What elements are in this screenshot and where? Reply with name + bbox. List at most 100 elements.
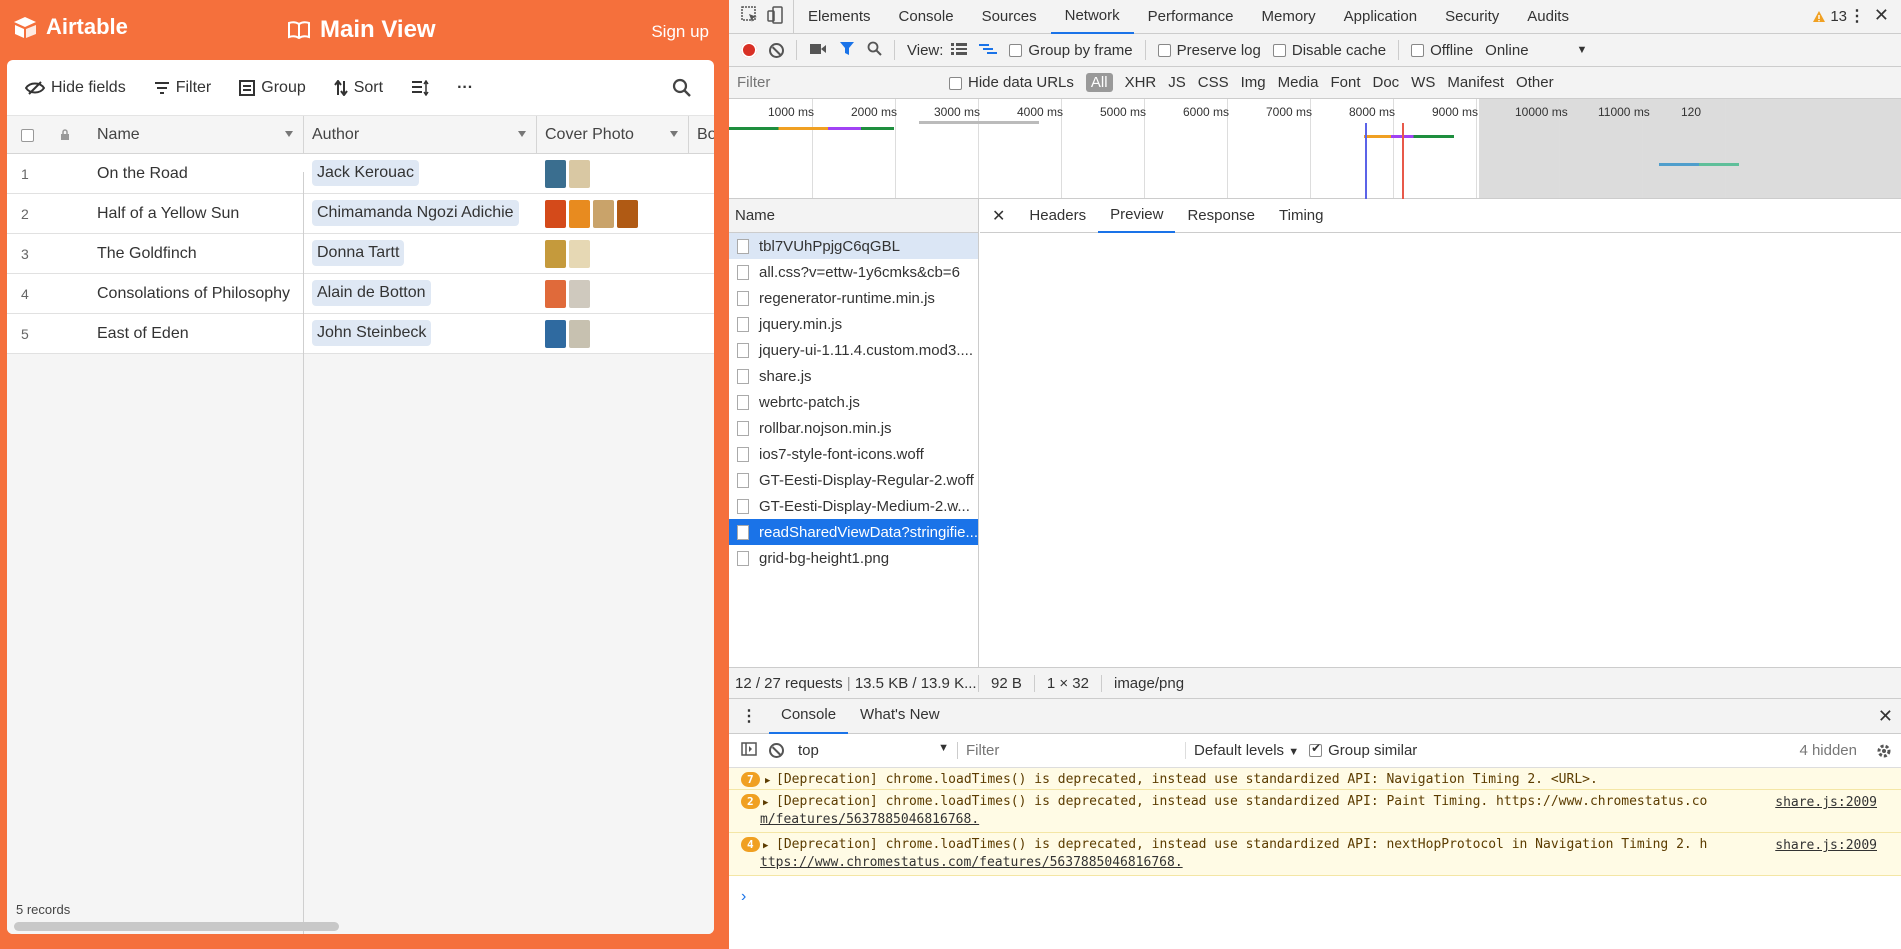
airtable-logo[interactable]: Airtable (12, 14, 128, 40)
table-row[interactable]: 2 Half of a Yellow Sun Chimamanda Ngozi Ad… (7, 194, 714, 234)
row-height-button[interactable] (411, 79, 429, 96)
author-chip[interactable]: John Steinbeck (312, 320, 432, 346)
network-overview-timeline[interactable]: 1000 ms 2000 ms 3000 ms 4000 ms 5000 ms 6000 … (729, 99, 1901, 199)
preserve-log-checkbox[interactable]: Preserve log (1157, 42, 1261, 59)
offline-checkbox[interactable]: Offline (1411, 42, 1473, 59)
record-name[interactable]: East of Eden (97, 325, 189, 343)
table-row[interactable]: 3 The Goldfinch Donna Tartt (7, 234, 714, 274)
message-text-line2[interactable]: ttps://www.chromestatus.com/features/563… (760, 854, 1901, 872)
table-row[interactable]: 4 Consolations of Philosophy Alain de Bott… (7, 274, 714, 314)
cover-thumbnail[interactable] (545, 320, 566, 348)
sort-button[interactable]: Sort (333, 79, 383, 97)
cover-thumbnail[interactable] (569, 160, 590, 188)
cover-thumbnail[interactable] (545, 280, 566, 308)
console-sidebar-icon[interactable] (741, 741, 757, 760)
inspect-element-icon[interactable] (741, 5, 759, 28)
expand-triangle-icon[interactable]: ▶ (763, 794, 768, 812)
search-button[interactable] (672, 78, 692, 101)
console-warning-message[interactable]: 4 ▶ [Deprecation] chrome.loadTimes() is de… (729, 833, 1901, 876)
tab-security[interactable]: Security (1431, 0, 1513, 34)
device-toolbar-icon[interactable] (767, 5, 783, 28)
record-name[interactable]: Consolations of Philosophy (97, 285, 290, 303)
author-chip[interactable]: Chimamanda Ngozi Adichie (312, 200, 519, 226)
search-network-icon[interactable] (867, 41, 882, 60)
name-column-header[interactable]: Name (729, 199, 978, 233)
column-header-author[interactable]: Author (304, 116, 537, 154)
drawer-tab-what-s-new[interactable]: What's New (848, 698, 952, 734)
horizontal-scrollbar[interactable] (14, 922, 339, 931)
request-row[interactable]: all.css?v=ettw-1y6cmks&cb=6 (729, 259, 978, 285)
filter-button[interactable]: Filter (154, 79, 211, 97)
tab-network[interactable]: Network (1050, 0, 1134, 34)
request-row[interactable]: GT-Eesti-Display-Medium-2.w... (729, 493, 978, 519)
column-header-partial[interactable]: Bo (689, 116, 714, 154)
detail-tab-headers[interactable]: Headers (1017, 199, 1098, 233)
context-select[interactable]: top ▼ (798, 742, 958, 759)
author-chip[interactable]: Donna Tartt (312, 240, 405, 266)
console-prompt-icon[interactable]: › (741, 888, 746, 906)
expand-triangle-icon[interactable]: ▶ (763, 837, 768, 855)
group-similar-checkbox[interactable]: ✔ Group similar (1309, 741, 1417, 759)
cover-thumbnail[interactable] (569, 240, 590, 268)
drawer-tab-console[interactable]: Console (769, 698, 849, 734)
author-chip[interactable]: Alain de Botton (312, 280, 431, 306)
request-row[interactable]: jquery.min.js (729, 311, 978, 337)
request-row[interactable]: webrtc-patch.js (729, 389, 978, 415)
tab-audits[interactable]: Audits (1513, 0, 1583, 34)
message-source-link[interactable]: share.js:2009 (1775, 794, 1877, 812)
console-filter-input[interactable] (966, 742, 1186, 759)
cover-thumbnail[interactable] (569, 320, 590, 348)
column-header-name[interactable]: Name (97, 116, 304, 154)
console-warning-message[interactable]: 2 ▶ [Deprecation] chrome.loadTimes() is de… (729, 790, 1901, 833)
sign-up-link[interactable]: Sign up (651, 22, 709, 42)
record-name[interactable]: On the Road (97, 165, 188, 183)
request-row[interactable]: rollbar.nojson.min.js (729, 415, 978, 441)
request-row[interactable]: tbl7VUhPpjgC6qGBL (729, 233, 978, 259)
log-levels-select[interactable]: Default levels ▼ (1194, 742, 1299, 759)
network-filter-input[interactable] (737, 74, 937, 91)
tab-console[interactable]: Console (885, 0, 968, 34)
cover-thumbnail[interactable] (545, 240, 566, 268)
request-row[interactable]: ios7-style-font-icons.woff (729, 441, 978, 467)
cover-thumbnail[interactable] (545, 160, 566, 188)
detail-tab-preview[interactable]: Preview (1098, 199, 1176, 233)
author-column-caret-icon[interactable] (518, 131, 526, 137)
type-filter-font[interactable]: Font (1330, 74, 1360, 91)
close-drawer-icon[interactable]: ✕ (1878, 706, 1893, 727)
clear-icon[interactable] (769, 42, 784, 58)
detail-tab-response[interactable]: Response (1175, 199, 1267, 233)
type-filter-doc[interactable]: Doc (1372, 74, 1399, 91)
record-network-icon[interactable] (741, 42, 757, 58)
type-filter-ws[interactable]: WS (1411, 74, 1435, 91)
column-header-cover-photo[interactable]: Cover Photo (537, 116, 689, 154)
group-button[interactable]: Group (239, 79, 306, 97)
expand-triangle-icon[interactable]: ▶ (765, 772, 770, 790)
type-filter-js[interactable]: JS (1168, 74, 1186, 91)
type-filter-img[interactable]: Img (1241, 74, 1266, 91)
devtools-menu-kebab-icon[interactable]: ⋮ (1849, 6, 1865, 26)
throttling-select[interactable]: Online ▼ (1485, 42, 1587, 59)
request-row[interactable]: readSharedViewData?stringifie... (729, 519, 978, 545)
hide-fields-button[interactable]: Hide fields (25, 79, 126, 97)
request-row[interactable]: GT-Eesti-Display-Regular-2.woff (729, 467, 978, 493)
tab-memory[interactable]: Memory (1248, 0, 1330, 34)
console-warning-message[interactable]: 7 ▶ [Deprecation] chrome.loadTimes() is de… (729, 768, 1901, 790)
message-source-link[interactable]: share.js:2009 (1775, 837, 1877, 855)
request-row[interactable]: grid-bg-height1.png (729, 545, 978, 571)
table-row[interactable]: 5 East of Eden John Steinbeck (7, 314, 714, 354)
console-settings-gear-icon[interactable] (1875, 742, 1893, 764)
clear-console-icon[interactable] (769, 743, 784, 758)
name-column-caret-icon[interactable] (285, 131, 293, 137)
request-row[interactable]: regenerator-runtime.min.js (729, 285, 978, 311)
more-options-button[interactable]: ··· (457, 79, 473, 97)
group-by-frame-checkbox[interactable]: Group by frame (1009, 42, 1133, 59)
type-filter-css[interactable]: CSS (1198, 74, 1229, 91)
tab-performance[interactable]: Performance (1134, 0, 1248, 34)
request-row[interactable]: share.js (729, 363, 978, 389)
waterfall-overview-icon[interactable] (979, 42, 998, 59)
select-all-checkbox[interactable] (21, 128, 34, 142)
type-filter-media[interactable]: Media (1278, 74, 1319, 91)
type-filter-manifest[interactable]: Manifest (1447, 74, 1504, 91)
cover-column-caret-icon[interactable] (670, 131, 678, 137)
table-row[interactable]: 1 On the Road Jack Kerouac (7, 154, 714, 194)
